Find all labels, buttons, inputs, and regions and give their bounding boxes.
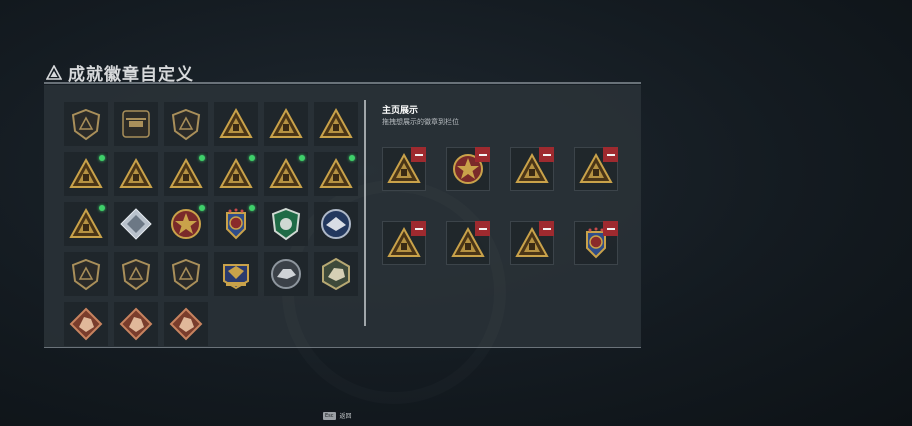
- badge-cell[interactable]: [264, 252, 308, 296]
- winged-medal-icon: [226, 208, 246, 240]
- bird-shield-icon: [171, 258, 201, 291]
- badge-cell[interactable]: [114, 302, 158, 346]
- new-indicator-dot: [349, 155, 355, 161]
- rifle-shield-icon: [121, 258, 151, 291]
- wolf-round-icon: [271, 259, 301, 289]
- sg-triangle-icon: [269, 107, 303, 138]
- star-medal-icon: [171, 209, 201, 239]
- minus-icon: [478, 153, 487, 156]
- panel-divider: [364, 100, 366, 326]
- drone-triangle-icon: [119, 157, 153, 188]
- esc-key: Esc: [323, 411, 336, 420]
- new-indicator-dot: [99, 155, 105, 161]
- new-indicator-dot: [99, 205, 105, 211]
- green-shield-icon: [271, 207, 301, 241]
- badge-cell[interactable]: [164, 252, 208, 296]
- remove-badge-button[interactable]: [539, 147, 554, 162]
- badge-cell[interactable]: [264, 102, 308, 146]
- badge-cell[interactable]: [114, 252, 158, 296]
- soldier-copper-icon: [169, 307, 203, 341]
- minus-icon: [542, 153, 551, 156]
- shield-triangle-icon: [71, 108, 101, 141]
- badge-cell[interactable]: [64, 152, 108, 196]
- badge-cell[interactable]: [264, 202, 308, 246]
- new-indicator-dot: [249, 205, 255, 211]
- soldier-triangle-icon: [319, 157, 353, 188]
- showcase-slot[interactable]: [574, 147, 618, 191]
- rifle-shield-icon: [71, 258, 101, 291]
- remove-badge-button[interactable]: [539, 221, 554, 236]
- remove-badge-button[interactable]: [603, 221, 618, 236]
- beast-copper-icon: [69, 307, 103, 341]
- showcase-slot[interactable]: [382, 147, 426, 191]
- badge-cell[interactable]: [314, 252, 358, 296]
- backpack-triangle-icon: [219, 107, 253, 138]
- minus-icon: [606, 153, 615, 156]
- minus-icon: [606, 227, 615, 230]
- badge-panel: 主页展示 拖拽想展示的徽章到栏位: [44, 85, 641, 348]
- remove-badge-button[interactable]: [475, 147, 490, 162]
- shield-diamond-icon: [171, 108, 201, 141]
- crate-triangle-icon: [269, 157, 303, 188]
- minus-icon: [414, 227, 423, 230]
- showcase-slot[interactable]: [510, 147, 554, 191]
- minus-icon: [478, 227, 487, 230]
- badge-cell[interactable]: [164, 152, 208, 196]
- badge-cell[interactable]: [64, 202, 108, 246]
- badge-cell[interactable]: [214, 102, 258, 146]
- badge-cell[interactable]: [64, 252, 108, 296]
- remove-badge-button[interactable]: [411, 147, 426, 162]
- showcase-slot[interactable]: [446, 221, 490, 265]
- badge-cell[interactable]: [164, 202, 208, 246]
- badge-cell[interactable]: [314, 202, 358, 246]
- triangle-logo-icon: [46, 64, 62, 80]
- tower-triangle-icon: [69, 207, 103, 238]
- diamond-gem-icon: [120, 208, 152, 240]
- new-indicator-dot: [299, 155, 305, 161]
- showcase-subtitle: 拖拽想展示的徽章到栏位: [382, 118, 459, 126]
- header-divider: [44, 82, 641, 84]
- badge-cell[interactable]: [214, 202, 258, 246]
- badge-cell[interactable]: [114, 102, 158, 146]
- badge-cell[interactable]: [114, 152, 158, 196]
- helicopter-icon: [122, 110, 150, 138]
- wolf-hex-icon: [322, 257, 350, 291]
- new-indicator-dot: [249, 155, 255, 161]
- back-label: 返回: [339, 413, 352, 420]
- minus-icon: [414, 153, 423, 156]
- showcase-slot[interactable]: [382, 221, 426, 265]
- badge-grid: [64, 102, 358, 346]
- badge-cell[interactable]: [64, 102, 108, 146]
- back-hint[interactable]: Esc 返回: [323, 411, 352, 420]
- badge-cell[interactable]: [264, 152, 308, 196]
- badge-cell[interactable]: [214, 252, 258, 296]
- new-indicator-dot: [199, 205, 205, 211]
- remove-badge-button[interactable]: [475, 221, 490, 236]
- showcase-title: 主页展示: [382, 106, 419, 116]
- badge-cell[interactable]: [114, 202, 158, 246]
- badge-cell[interactable]: [314, 152, 358, 196]
- ammo-triangle-icon: [69, 157, 103, 188]
- badge-cell[interactable]: [214, 152, 258, 196]
- badge-cell[interactable]: [164, 302, 208, 346]
- number-one-triangle-icon: [219, 157, 253, 188]
- minus-icon: [542, 227, 551, 230]
- badge-cell[interactable]: [314, 102, 358, 146]
- showcase-slot[interactable]: [510, 221, 554, 265]
- showcase-slot[interactable]: [574, 221, 618, 265]
- showcase-slots: [382, 147, 622, 267]
- eagle-crest-icon: [223, 264, 249, 290]
- backpack-triangle-icon: [319, 107, 353, 138]
- boat-triangle-icon: [169, 157, 203, 188]
- beast-copper-icon: [119, 307, 153, 341]
- badge-cell[interactable]: [164, 102, 208, 146]
- remove-badge-button[interactable]: [411, 221, 426, 236]
- new-indicator-dot: [199, 155, 205, 161]
- badge-cell[interactable]: [64, 302, 108, 346]
- remove-badge-button[interactable]: [603, 147, 618, 162]
- showcase-slot[interactable]: [446, 147, 490, 191]
- blue-eagle-icon: [321, 209, 351, 239]
